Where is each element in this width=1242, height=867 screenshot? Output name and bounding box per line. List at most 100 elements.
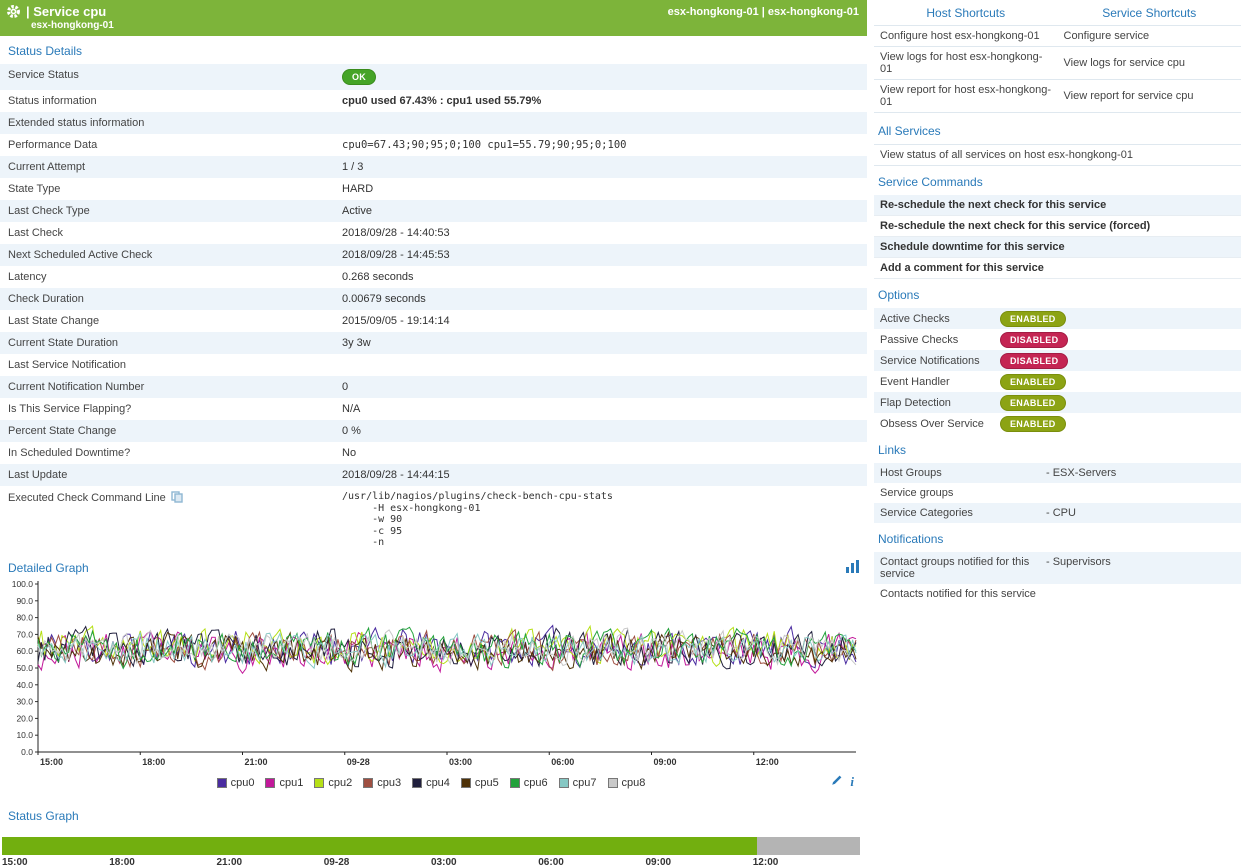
- gear-icon[interactable]: [6, 4, 21, 19]
- all-services-link[interactable]: View status of all services on host esx-…: [874, 144, 1241, 166]
- status-row-value: /usr/lib/nagios/plugins/check-bench-cpu-…: [334, 486, 867, 554]
- status-row-label: Performance Data: [0, 134, 334, 156]
- svg-text:100.0: 100.0: [12, 579, 34, 589]
- notifications-row-label: Contact groups notified for this service: [880, 556, 1046, 580]
- links-row-value[interactable]: - ESX-Servers: [1046, 467, 1116, 479]
- notifications-rows: Contact groups notified for this service…: [874, 552, 1241, 604]
- status-graph-title[interactable]: Status Graph: [0, 801, 867, 829]
- status-row-label: Service Status: [0, 64, 334, 90]
- option-label: Passive Checks: [880, 334, 1000, 346]
- status-row-value: 3y 3w: [334, 332, 867, 354]
- status-row-label: Is This Service Flapping?: [0, 398, 334, 420]
- status-row-value: 1 / 3: [334, 156, 867, 178]
- host-shortcut-link[interactable]: View logs for host esx-hongkong-01: [874, 47, 1058, 80]
- service-shortcuts-header[interactable]: Service Shortcuts: [1058, 2, 1242, 26]
- legend-item: cpu6: [510, 777, 548, 789]
- legend-swatch: [608, 778, 618, 788]
- status-row-label: Last State Change: [0, 310, 334, 332]
- notifications-title[interactable]: Notifications: [874, 523, 1241, 552]
- shortcuts-header-row: Host Shortcuts Service Shortcuts: [874, 2, 1241, 26]
- info-icon[interactable]: i: [850, 774, 854, 790]
- status-row: Performance Data cpu0=67.43;90;95;0;100 c…: [0, 134, 867, 156]
- status-details-title[interactable]: Status Details: [0, 36, 867, 64]
- detailed-graph-canvas[interactable]: 0.010.020.030.040.050.060.070.080.090.01…: [2, 578, 860, 770]
- option-label: Service Notifications: [880, 355, 1000, 367]
- option-label: Obsess Over Service: [880, 418, 1000, 430]
- header-breadcrumb[interactable]: esx-hongkong-01 | esx-hongkong-01: [668, 6, 859, 18]
- status-graph-tick-label: 15:00: [2, 857, 28, 867]
- status-row: Percent State Change0 %: [0, 420, 867, 442]
- links-row: Service groups: [874, 483, 1241, 503]
- links-row: Host Groups- ESX-Servers: [874, 463, 1241, 483]
- option-row: Service NotificationsDISABLED: [874, 350, 1241, 371]
- service-command-link[interactable]: Add a comment for this service: [874, 258, 1241, 279]
- status-row-value: No: [334, 442, 867, 464]
- host-shortcut-link[interactable]: Configure host esx-hongkong-01: [874, 26, 1058, 47]
- legend-label: cpu8: [622, 777, 646, 789]
- option-row: Event HandlerENABLED: [874, 371, 1241, 392]
- links-title[interactable]: Links: [874, 434, 1241, 463]
- host-shortcut-link[interactable]: View report for host esx-hongkong-01: [874, 80, 1058, 113]
- bar-chart-icon[interactable]: [846, 560, 859, 576]
- legend-label: cpu5: [475, 777, 499, 789]
- performance-data-text: cpu0=67.43;90;95;0;100 cpu1=55.79;90;95;…: [342, 139, 626, 151]
- svg-text:90.0: 90.0: [16, 595, 33, 605]
- legend-item: cpu2: [314, 777, 352, 789]
- all-services-title[interactable]: All Services: [874, 115, 1241, 144]
- status-graph-tick-label: 03:00: [431, 857, 457, 867]
- options-title[interactable]: Options: [874, 279, 1241, 308]
- legend-swatch: [510, 778, 520, 788]
- option-state-badge: ENABLED: [1000, 416, 1066, 432]
- status-row-value: Active: [334, 200, 867, 222]
- svg-text:30.0: 30.0: [16, 696, 33, 706]
- clipboard-icon[interactable]: [171, 491, 183, 506]
- status-details-table: Service StatusOKStatus informationcpu0 u…: [0, 64, 867, 554]
- status-row-label: Current Attempt: [0, 156, 334, 178]
- status-row-value: OK: [334, 64, 867, 90]
- status-row-value: 2018/09/28 - 14:45:53: [334, 244, 867, 266]
- status-row-label: Executed Check Command Line: [0, 486, 334, 554]
- options-rows: Active ChecksENABLEDPassive ChecksDISABL…: [874, 308, 1241, 434]
- legend-swatch: [559, 778, 569, 788]
- status-table-body: Service StatusOKStatus informationcpu0 u…: [0, 64, 867, 554]
- edit-graph-icon[interactable]: [831, 774, 843, 789]
- service-commands-title[interactable]: Service Commands: [874, 166, 1241, 195]
- svg-text:70.0: 70.0: [16, 629, 33, 639]
- legend-swatch: [265, 778, 275, 788]
- status-row-value: 0.268 seconds: [334, 266, 867, 288]
- host-shortcuts-header[interactable]: Host Shortcuts: [874, 2, 1058, 26]
- service-command-link[interactable]: Schedule downtime for this service: [874, 237, 1241, 258]
- status-row: Extended status information: [0, 112, 867, 134]
- links-row-value[interactable]: - CPU: [1046, 507, 1076, 519]
- service-shortcut-link[interactable]: View logs for service cpu: [1058, 47, 1242, 80]
- status-graph-bar[interactable]: [2, 837, 860, 855]
- shortcut-row: View logs for host esx-hongkong-01View l…: [874, 47, 1241, 80]
- notifications-row-value[interactable]: - Supervisors: [1046, 556, 1111, 580]
- shortcut-row: View report for host esx-hongkong-01View…: [874, 80, 1241, 113]
- status-row-value: 0.00679 seconds: [334, 288, 867, 310]
- page-title: | Service cpu: [26, 4, 106, 19]
- status-row-label: Check Duration: [0, 288, 334, 310]
- status-row-value: 2018/09/28 - 14:40:53: [334, 222, 867, 244]
- detailed-graph-title[interactable]: Detailed Graph: [8, 561, 89, 575]
- svg-text:0.0: 0.0: [21, 747, 33, 757]
- status-graph-tick-label: 18:00: [109, 857, 135, 867]
- detailed-graph[interactable]: 0.010.020.030.040.050.060.070.080.090.01…: [0, 578, 867, 773]
- chart-legend: cpu0cpu1cpu2cpu3cpu4cpu5cpu6cpu7cpu8 i: [0, 773, 862, 793]
- service-command-link[interactable]: Re-schedule the next check for this serv…: [874, 195, 1241, 216]
- legend-swatch: [314, 778, 324, 788]
- legend-item: cpu5: [461, 777, 499, 789]
- status-graph-segment-ok: [2, 837, 757, 855]
- svg-text:06:00: 06:00: [551, 757, 574, 767]
- host-subtitle-link[interactable]: esx-hongkong-01: [31, 20, 859, 31]
- legend-item: cpu8: [608, 777, 646, 789]
- shortcuts-table: Host Shortcuts Service Shortcuts Configu…: [874, 2, 1241, 113]
- status-row-label: Current Notification Number: [0, 376, 334, 398]
- status-row: Last Check2018/09/28 - 14:40:53: [0, 222, 867, 244]
- status-graph-tick-label: 06:00: [538, 857, 564, 867]
- service-shortcut-link[interactable]: View report for service cpu: [1058, 80, 1242, 113]
- service-command-link[interactable]: Re-schedule the next check for this serv…: [874, 216, 1241, 237]
- legend-swatch: [461, 778, 471, 788]
- option-label: Event Handler: [880, 376, 1000, 388]
- service-shortcut-link[interactable]: Configure service: [1058, 26, 1242, 47]
